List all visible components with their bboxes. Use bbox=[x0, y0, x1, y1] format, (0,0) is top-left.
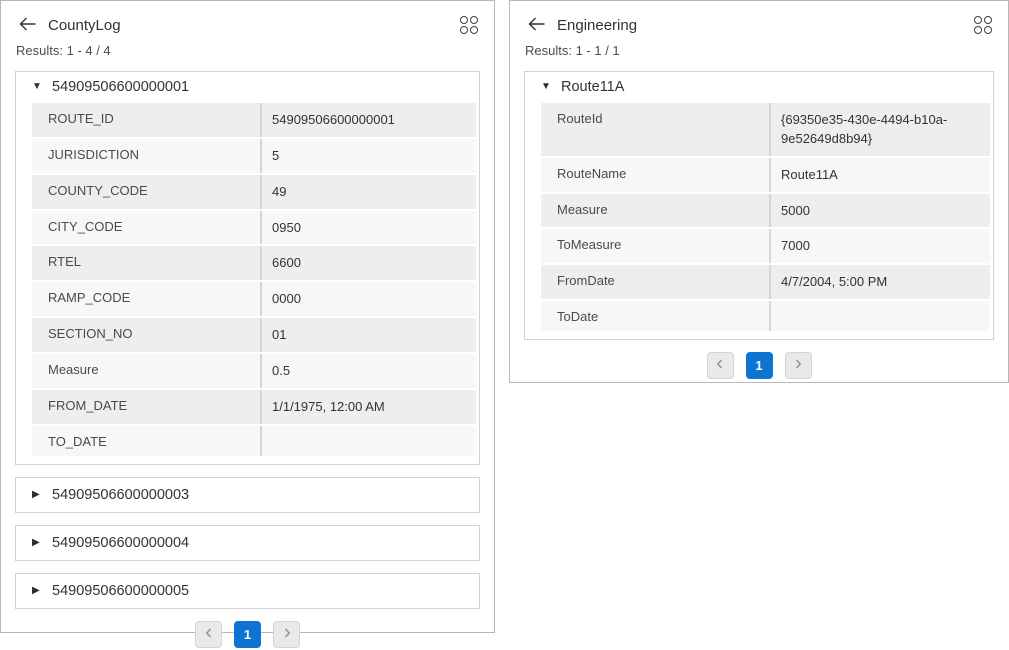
table-row: TO_DATE bbox=[32, 426, 476, 456]
table-row: SECTION_NO 01 bbox=[32, 318, 476, 352]
feature-title: 54909506600000003 bbox=[52, 487, 189, 503]
attribute-label: RAMP_CODE bbox=[32, 282, 262, 316]
feature-title: 54909506600000004 bbox=[52, 535, 189, 551]
table-row: FROM_DATE 1/1/1975, 12:00 AM bbox=[32, 390, 476, 424]
feature-accordion-collapsed: ▶ 54909506600000005 bbox=[15, 573, 480, 609]
feature-accordion-header[interactable]: ▼ 54909506600000001 bbox=[16, 72, 479, 102]
pagination: 1 bbox=[15, 621, 480, 650]
table-row: RouteId {69350e35-430e-4494-b10a-9e52649… bbox=[541, 103, 990, 156]
attribute-label: TO_DATE bbox=[32, 426, 262, 456]
caret-down-icon: ▼ bbox=[32, 82, 43, 92]
table-row: Measure 0.5 bbox=[32, 354, 476, 388]
attribute-value bbox=[771, 301, 990, 331]
feature-menu-button[interactable] bbox=[460, 16, 478, 34]
attribute-value: 7000 bbox=[771, 229, 990, 263]
grid-menu-icon bbox=[974, 16, 992, 34]
feature-accordion-collapsed: ▶ 54909506600000003 bbox=[15, 477, 480, 513]
attribute-value: 0000 bbox=[262, 282, 476, 316]
prev-page-button[interactable] bbox=[195, 621, 222, 648]
attribute-label: Measure bbox=[32, 354, 262, 388]
attribute-value: {69350e35-430e-4494-b10a-9e52649d8b94} bbox=[771, 103, 990, 156]
chevron-right-icon bbox=[282, 627, 292, 642]
attribute-label: COUNTY_CODE bbox=[32, 175, 262, 209]
feature-menu-button[interactable] bbox=[974, 16, 992, 34]
attribute-value: 1/1/1975, 12:00 AM bbox=[262, 390, 476, 424]
attribute-value: 01 bbox=[262, 318, 476, 352]
table-row: COUNTY_CODE 49 bbox=[32, 175, 476, 209]
attribute-label: ToDate bbox=[541, 301, 771, 331]
feature-accordion-expanded: ▼ Route11A RouteId {69350e35-430e-4494-b… bbox=[524, 71, 994, 340]
table-row: CITY_CODE 0950 bbox=[32, 211, 476, 245]
attribute-value: Route11A bbox=[771, 158, 990, 192]
back-arrow-icon bbox=[19, 17, 36, 34]
feature-accordion-expanded: ▼ 54909506600000001 ROUTE_ID 54909506600… bbox=[15, 71, 480, 465]
next-page-button[interactable] bbox=[785, 352, 812, 379]
attribute-label: ToMeasure bbox=[541, 229, 771, 263]
page-title: Engineering bbox=[557, 17, 637, 34]
attribute-value: 6600 bbox=[262, 246, 476, 280]
table-row: ROUTE_ID 54909506600000001 bbox=[32, 103, 476, 137]
caret-right-icon: ▶ bbox=[32, 490, 43, 500]
back-arrow-icon bbox=[528, 17, 545, 34]
attribute-value: 54909506600000001 bbox=[262, 103, 476, 137]
attribute-label: RouteName bbox=[541, 158, 771, 192]
prev-page-button[interactable] bbox=[707, 352, 734, 379]
attribute-label: CITY_CODE bbox=[32, 211, 262, 245]
chevron-right-icon bbox=[793, 358, 803, 373]
table-row: RouteName Route11A bbox=[541, 158, 990, 192]
attribute-value: 5 bbox=[262, 139, 476, 173]
chevron-left-icon bbox=[204, 627, 214, 642]
pagination: 1 bbox=[524, 352, 994, 381]
attribute-label: SECTION_NO bbox=[32, 318, 262, 352]
attribute-label: RTEL bbox=[32, 246, 262, 280]
attribute-value: 0950 bbox=[262, 211, 476, 245]
attribute-value: 49 bbox=[262, 175, 476, 209]
attribute-value: 0.5 bbox=[262, 354, 476, 388]
panel-header: CountyLog bbox=[15, 16, 480, 34]
chevron-left-icon bbox=[715, 358, 725, 373]
caret-down-icon: ▼ bbox=[541, 82, 552, 92]
current-page-button[interactable]: 1 bbox=[234, 621, 261, 648]
page-title: CountyLog bbox=[48, 17, 121, 34]
attribute-value: 4/7/2004, 5:00 PM bbox=[771, 265, 990, 299]
panel-engineering: Engineering Results: 1 - 1 / 1 ▼ Route11… bbox=[509, 0, 1009, 383]
feature-accordion-header[interactable]: ▶ 54909506600000004 bbox=[16, 526, 479, 560]
feature-title: 54909506600000005 bbox=[52, 583, 189, 599]
attribute-label: FromDate bbox=[541, 265, 771, 299]
attribute-table: RouteId {69350e35-430e-4494-b10a-9e52649… bbox=[541, 103, 990, 331]
attribute-label: FROM_DATE bbox=[32, 390, 262, 424]
back-button[interactable] bbox=[19, 16, 36, 34]
results-count: Results: 1 - 1 / 1 bbox=[525, 43, 994, 58]
feature-accordion-header[interactable]: ▶ 54909506600000003 bbox=[16, 478, 479, 512]
table-row: JURISDICTION 5 bbox=[32, 139, 476, 173]
next-page-button[interactable] bbox=[273, 621, 300, 648]
table-row: RAMP_CODE 0000 bbox=[32, 282, 476, 316]
attribute-value: 5000 bbox=[771, 194, 990, 228]
attribute-label: RouteId bbox=[541, 103, 771, 156]
panel-countylog: CountyLog Results: 1 - 4 / 4 ▼ 549095066… bbox=[0, 0, 495, 633]
table-row: RTEL 6600 bbox=[32, 246, 476, 280]
grid-menu-icon bbox=[460, 16, 478, 34]
attribute-value bbox=[262, 426, 476, 456]
back-button[interactable] bbox=[528, 16, 545, 34]
attribute-label: JURISDICTION bbox=[32, 139, 262, 173]
feature-title: 54909506600000001 bbox=[52, 79, 189, 95]
attribute-table: ROUTE_ID 54909506600000001 JURISDICTION … bbox=[32, 103, 476, 456]
feature-accordion-collapsed: ▶ 54909506600000004 bbox=[15, 525, 480, 561]
table-row: ToDate bbox=[541, 301, 990, 331]
attribute-label: Measure bbox=[541, 194, 771, 228]
feature-title: Route11A bbox=[561, 79, 624, 95]
attribute-label: ROUTE_ID bbox=[32, 103, 262, 137]
caret-right-icon: ▶ bbox=[32, 586, 43, 596]
results-count: Results: 1 - 4 / 4 bbox=[16, 43, 480, 58]
panel-header: Engineering bbox=[524, 16, 994, 34]
caret-right-icon: ▶ bbox=[32, 538, 43, 548]
feature-accordion-header[interactable]: ▶ 54909506600000005 bbox=[16, 574, 479, 608]
current-page-button[interactable]: 1 bbox=[746, 352, 773, 379]
table-row: ToMeasure 7000 bbox=[541, 229, 990, 263]
table-row: Measure 5000 bbox=[541, 194, 990, 228]
feature-accordion-header[interactable]: ▼ Route11A bbox=[525, 72, 993, 102]
table-row: FromDate 4/7/2004, 5:00 PM bbox=[541, 265, 990, 299]
